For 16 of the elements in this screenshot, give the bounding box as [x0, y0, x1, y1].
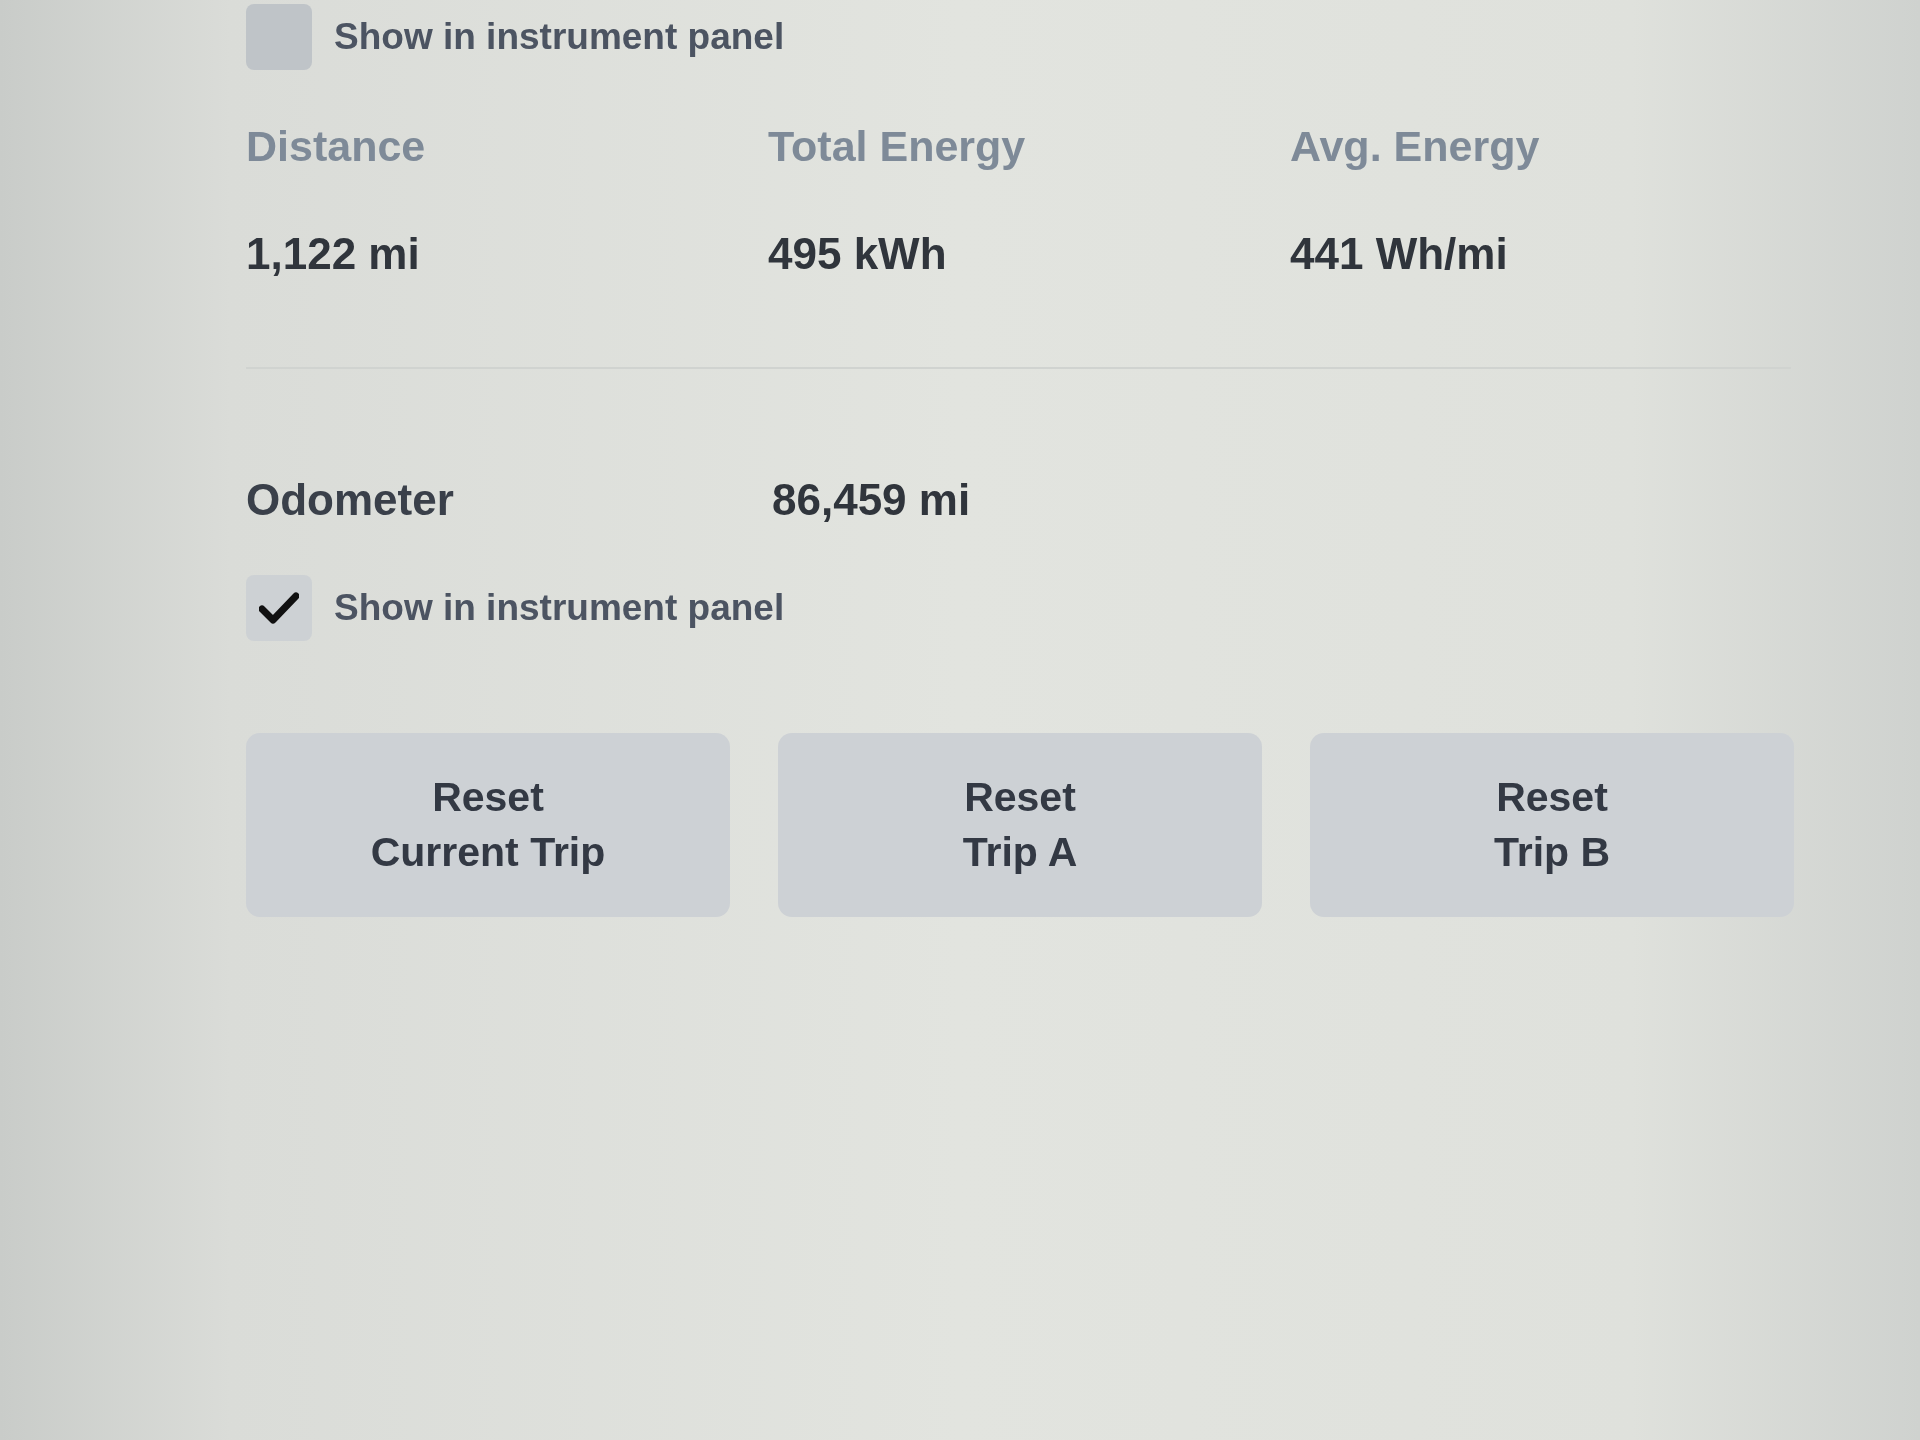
- stat-value: 495 kWh: [768, 229, 947, 279]
- reset-button[interactable]: Reset Trip A: [778, 733, 1262, 917]
- checkbox[interactable]: [246, 575, 312, 641]
- checkbox-label: Show in instrument panel: [334, 587, 785, 629]
- stat-value: 1,122 mi: [246, 229, 420, 279]
- odometer-label: Odometer: [246, 475, 454, 525]
- stat-value: 441 Wh/mi: [1290, 229, 1508, 279]
- odometer-value: 86,459 mi: [772, 475, 971, 525]
- reset-button[interactable]: Reset Trip B: [1310, 733, 1794, 917]
- stat-heading: Avg. Energy: [1290, 122, 1540, 171]
- stat-heading: Total Energy: [768, 122, 1026, 171]
- checkmark-icon: [259, 592, 299, 624]
- stat-heading: Distance: [246, 122, 426, 171]
- checkbox[interactable]: [246, 4, 312, 70]
- reset-button[interactable]: Reset Current Trip: [246, 733, 730, 917]
- checkbox-label: Show in instrument panel: [334, 16, 785, 58]
